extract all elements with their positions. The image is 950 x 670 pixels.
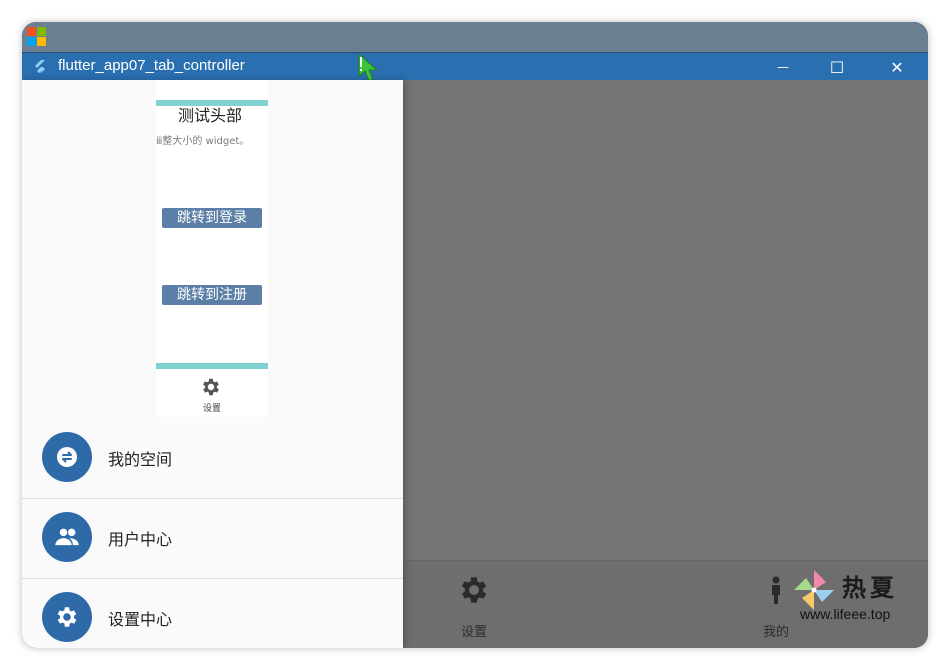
bottom-nav-label: 设置 [460, 625, 487, 640]
header-subtitle: ⅲ整大小的 widget。 [156, 136, 250, 147]
drawer-item-avatar [42, 512, 92, 562]
close-icon: ✕ [890, 57, 904, 77]
people-icon [55, 528, 79, 546]
gear-icon [203, 378, 219, 396]
drawer-item-my-space[interactable]: 我的空间 [22, 419, 403, 499]
header-gear-label: 设置 [202, 404, 221, 414]
app-window: flutter_app07_tab_controller — ☐ ✕ 设置 我的… [22, 22, 928, 648]
person-icon [772, 576, 780, 604]
goto-login-button[interactable]: 跳转到登录 [162, 208, 262, 228]
host-top-bar [22, 22, 928, 52]
flutter-icon [35, 60, 45, 73]
drawer-item-user-center[interactable]: 用户中心 [22, 499, 403, 579]
goto-register-button[interactable]: 跳转到注册 [162, 285, 262, 305]
title-bar[interactable]: flutter_app07_tab_controller — ☐ ✕ [22, 52, 928, 80]
drawer-item-avatar [42, 432, 92, 482]
bottom-nav-item-settings[interactable]: 设置 [429, 561, 519, 648]
navigation-drawer: 测试头部 ⅲ整大小的 widget。 跳转到登录 跳转到注册 设置 我的空间 用… [22, 80, 403, 648]
watermark-url: www.lifeee.top [800, 606, 891, 622]
maximize-button[interactable]: ☐ [814, 53, 860, 81]
windows-logo-icon [27, 27, 46, 46]
watermark: 热夏 www.lifeee.top [792, 568, 928, 628]
close-button[interactable]: ✕ [874, 53, 920, 81]
window-title: flutter_app07_tab_controller [58, 57, 245, 74]
drawer-item-settings-center[interactable]: 设置中心 [22, 579, 403, 648]
maximize-icon: ☐ [829, 57, 845, 77]
drawer-item-label: 我的空间 [108, 450, 173, 469]
drawer-item-label: 设置中心 [108, 610, 173, 629]
gear-icon [57, 607, 77, 627]
drawer-item-label: 用户中心 [108, 530, 173, 549]
gear-icon [461, 577, 487, 603]
swap-icon [57, 447, 77, 467]
header-title: 测试头部 [178, 106, 243, 125]
drawer-header-image: 测试头部 ⅲ整大小的 widget。 跳转到登录 跳转到注册 设置 [156, 80, 268, 417]
watermark-title: 热夏 [842, 573, 898, 602]
drawer-item-avatar [42, 592, 92, 642]
header-accent-bar [156, 363, 268, 369]
minimize-button[interactable]: — [760, 53, 806, 81]
minimize-icon: — [777, 60, 789, 74]
